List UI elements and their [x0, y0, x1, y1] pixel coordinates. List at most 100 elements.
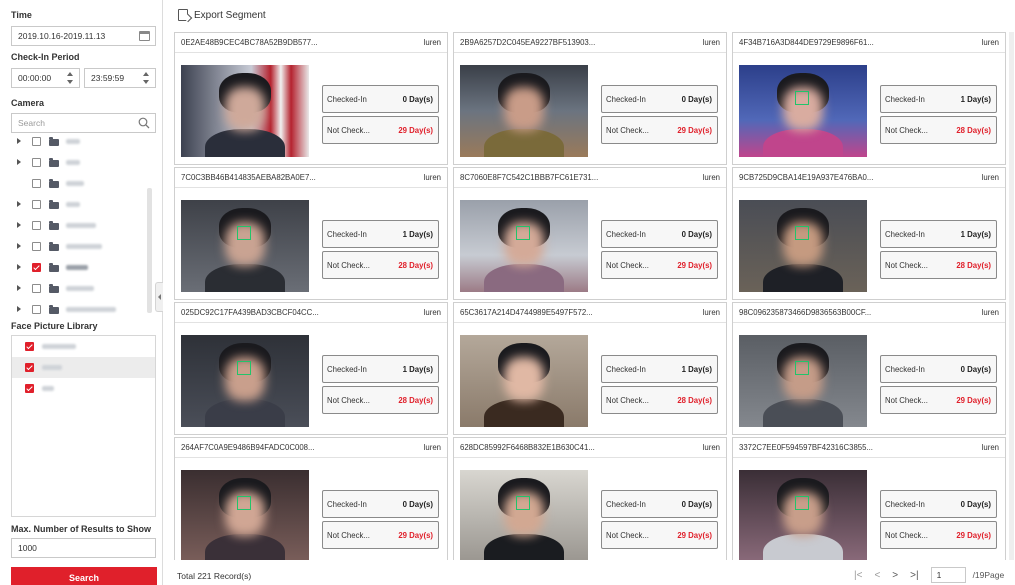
not-checked-days: 29 Day(s) [677, 261, 712, 270]
face-photo[interactable] [739, 335, 867, 427]
result-card[interactable]: 7C0C3BB46B414835AEBA82BA0E7... luren Check… [174, 167, 448, 300]
card-header: 98C096235873466D9836563B00CF... luren [733, 303, 1005, 323]
camera-tree-item[interactable] [0, 152, 152, 173]
collapse-sidebar-icon[interactable] [155, 282, 163, 312]
not-checked-label: Not Check... [606, 261, 649, 270]
next-page-icon[interactable]: > [892, 570, 898, 581]
expand-arrow-icon[interactable] [17, 138, 21, 144]
library-checkbox-checked[interactable] [25, 342, 34, 351]
result-card[interactable]: 264AF7C0A9E9486B94FADC0C008... luren Check… [174, 437, 448, 560]
camera-checkbox[interactable] [32, 221, 41, 230]
card-header: 264AF7C0A9E9486B94FADC0C008... luren [175, 438, 447, 458]
result-card[interactable]: 4F34B716A3D844DE9729E9896F61... luren Chec… [732, 32, 1006, 165]
face-photo[interactable] [460, 65, 588, 157]
checked-in-days: 1 Day(s) [960, 95, 991, 104]
face-photo[interactable] [460, 335, 588, 427]
camera-checkbox-checked[interactable] [32, 263, 41, 272]
last-page-icon[interactable]: >| [910, 570, 918, 581]
redacted-label [42, 365, 62, 370]
period-start-field[interactable]: 00:00:00 [11, 68, 80, 88]
camera-tree-item[interactable] [0, 299, 152, 320]
person-id: 3372C7EE0F594597BF42316C3855... [739, 443, 873, 452]
calendar-icon[interactable] [139, 31, 150, 41]
result-card[interactable]: 8C7060E8F7C542C1BBB7FC61E731... luren Chec… [453, 167, 727, 300]
expand-arrow-icon[interactable] [17, 243, 21, 249]
camera-tree-item[interactable] [0, 173, 152, 194]
person-id: 025DC92C17FA439BAD3CBCF04CC... [181, 308, 319, 317]
results-scrollbar[interactable] [1009, 32, 1014, 560]
period-start-stepper-icon[interactable] [67, 71, 74, 85]
card-header: 0E2AE48B9CEC4BC78A52B9DB577... luren [175, 33, 447, 53]
expand-arrow-icon[interactable] [17, 222, 21, 228]
expand-arrow-icon[interactable] [17, 306, 21, 312]
face-photo[interactable] [739, 470, 867, 560]
face-photo[interactable] [181, 335, 309, 427]
face-photo[interactable] [739, 200, 867, 292]
camera-checkbox[interactable] [32, 179, 41, 188]
checked-in-days: 1 Day(s) [960, 230, 991, 239]
result-card[interactable]: 628DC85992F6468B832E1B630C41... luren Chec… [453, 437, 727, 560]
expand-arrow-icon[interactable] [17, 285, 21, 291]
folder-icon [49, 284, 59, 293]
person-name: luren [423, 38, 441, 47]
result-card[interactable]: 3372C7EE0F594597BF42316C3855... luren Chec… [732, 437, 1006, 560]
expand-arrow-icon[interactable] [17, 264, 21, 270]
time-range-field[interactable]: 2019.10.16-2019.11.13 [11, 26, 156, 46]
result-card[interactable]: 025DC92C17FA439BAD3CBCF04CC... luren Check… [174, 302, 448, 435]
expand-arrow-icon[interactable] [17, 201, 21, 207]
face-photo[interactable] [181, 200, 309, 292]
camera-checkbox[interactable] [32, 158, 41, 167]
camera-tree-item[interactable] [0, 257, 152, 278]
camera-checkbox[interactable] [32, 137, 41, 146]
camera-checkbox[interactable] [32, 284, 41, 293]
camera-tree-item[interactable] [0, 131, 152, 152]
checked-in-days: 1 Day(s) [402, 230, 433, 239]
camera-checkbox[interactable] [32, 305, 41, 314]
card-header: 2B9A6257D2C045EA9227BF513903... luren [454, 33, 726, 53]
person-id: 2B9A6257D2C045EA9227BF513903... [460, 38, 596, 47]
camera-search-input[interactable]: Search [11, 113, 156, 133]
person-name: luren [981, 38, 999, 47]
checked-in-stat: Checked-In 0 Day(s) [880, 490, 997, 518]
library-item-selected[interactable] [12, 357, 155, 378]
page-total: /19Page [972, 570, 1005, 580]
result-card[interactable]: 98C096235873466D9836563B00CF... luren Chec… [732, 302, 1006, 435]
export-segment-button[interactable]: Export Segment [178, 8, 266, 22]
camera-tree-item[interactable] [0, 236, 152, 257]
not-checked-days: 28 Day(s) [677, 396, 712, 405]
face-photo[interactable] [181, 65, 309, 157]
library-checkbox-checked[interactable] [25, 363, 34, 372]
expand-arrow-icon[interactable] [17, 159, 21, 165]
camera-tree-scrollbar[interactable] [147, 188, 152, 313]
not-checked-label: Not Check... [327, 396, 370, 405]
result-card[interactable]: 2B9A6257D2C045EA9227BF513903... luren Chec… [453, 32, 727, 165]
period-end-stepper-icon[interactable] [143, 71, 150, 85]
prev-page-icon[interactable]: < [874, 570, 880, 581]
first-page-icon[interactable]: |< [854, 570, 862, 581]
camera-tree-item[interactable] [0, 215, 152, 236]
search-button[interactable]: Search [11, 567, 157, 585]
library-checkbox-checked[interactable] [25, 384, 34, 393]
face-photo[interactable] [739, 65, 867, 157]
face-photo[interactable] [460, 470, 588, 560]
library-item[interactable] [12, 378, 155, 399]
max-results-input[interactable]: 1000 [11, 538, 156, 558]
camera-checkbox[interactable] [32, 242, 41, 251]
result-card[interactable]: 65C3617A214D4744989E5497F572... luren Chec… [453, 302, 727, 435]
max-results-label: Max. Number of Results to Show [11, 524, 152, 534]
person-id: 264AF7C0A9E9486B94FADC0C008... [181, 443, 315, 452]
redacted-label [66, 160, 80, 165]
camera-tree-item[interactable] [0, 278, 152, 299]
search-icon[interactable] [138, 117, 150, 129]
face-photo[interactable] [460, 200, 588, 292]
period-end-field[interactable]: 23:59:59 [84, 68, 156, 88]
camera-tree-item[interactable] [0, 194, 152, 215]
result-card[interactable]: 0E2AE48B9CEC4BC78A52B9DB577... luren Check… [174, 32, 448, 165]
result-card[interactable]: 9CB725D9CBA14E19A937E476BA0... luren Check… [732, 167, 1006, 300]
camera-checkbox[interactable] [32, 200, 41, 209]
page-number-input[interactable]: 1 [930, 567, 966, 583]
not-checked-stat: Not Check... 29 Day(s) [601, 251, 718, 279]
library-item[interactable] [12, 336, 155, 357]
face-photo[interactable] [181, 470, 309, 560]
checked-in-stat: Checked-In 1 Day(s) [601, 355, 718, 383]
